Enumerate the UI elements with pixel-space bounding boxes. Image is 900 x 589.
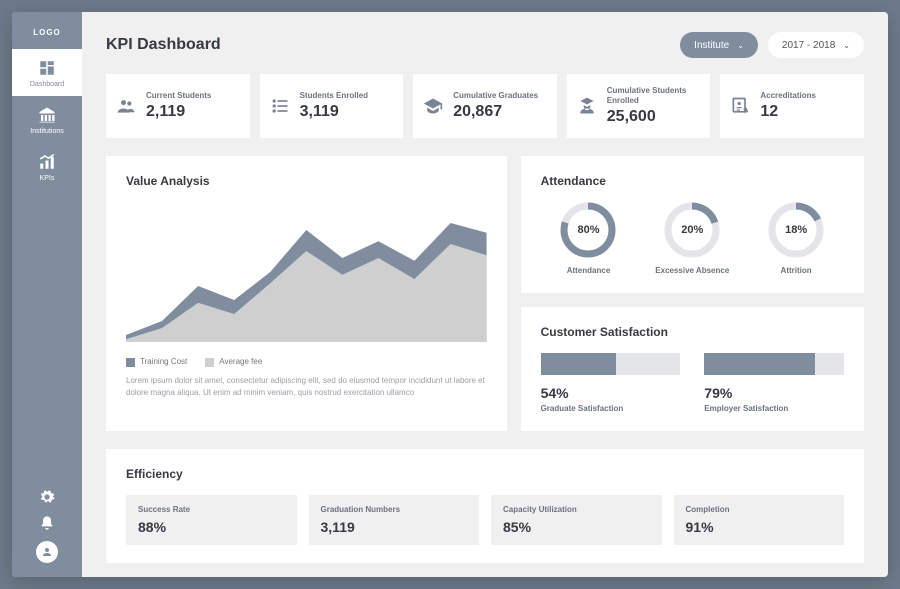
bar-value: 54% [541, 385, 681, 401]
gear-icon[interactable] [39, 489, 55, 505]
stat-label: Current Students [146, 91, 211, 101]
stat-label: Cumulative Students Enrolled [607, 86, 701, 105]
donut-chart: 20% [664, 202, 720, 258]
logo: LOGO [33, 28, 61, 37]
donut-item: 80% Attendance [541, 202, 637, 275]
eff-value: 88% [138, 519, 285, 535]
eff-label: Completion [686, 505, 833, 514]
bar-item: 79% Employer Satisfaction [704, 353, 844, 413]
stat-label: Cumulative Graduates [453, 91, 538, 101]
stat-value: 2,119 [146, 103, 211, 121]
stat-current-students: Current Students 2,119 [106, 74, 250, 138]
efficiency-card: Success Rate 88% [126, 495, 297, 545]
panel-title: Efficiency [126, 467, 844, 481]
donut-chart: 80% [560, 202, 616, 258]
donut-value: 20% [664, 202, 720, 258]
stats-row: Current Students 2,119 Students Enrolled… [106, 74, 864, 138]
nav-label: Institutions [30, 128, 63, 135]
students-icon [116, 96, 136, 116]
user-avatar[interactable] [36, 541, 58, 563]
bar-item: 54% Graduate Satisfaction [541, 353, 681, 413]
topbar: KPI Dashboard Institute ⌄ 2017 - 2018 ⌄ [106, 32, 864, 58]
eff-label: Graduation Numbers [321, 505, 468, 514]
nav-kpis[interactable]: KPIs [12, 143, 82, 190]
donut-item: 20% Excessive Absence [644, 202, 740, 275]
chart-icon [38, 153, 56, 171]
eff-value: 85% [503, 519, 650, 535]
stat-label: Accreditations [760, 91, 816, 101]
attendance-panel: Attendance 80% Attendance 20% Excessive … [521, 156, 864, 293]
panel-title: Customer Satisfaction [541, 325, 844, 339]
area-chart [126, 202, 487, 342]
donut-value: 18% [768, 202, 824, 258]
eff-value: 3,119 [321, 519, 468, 535]
graduate-person-icon [577, 96, 597, 116]
stat-value: 3,119 [300, 103, 368, 121]
top-controls: Institute ⌄ 2017 - 2018 ⌄ [680, 32, 864, 58]
bar-fill [704, 353, 814, 375]
graduation-icon [423, 96, 443, 116]
main-content: KPI Dashboard Institute ⌄ 2017 - 2018 ⌄ … [82, 12, 888, 577]
period-label: 2017 - 2018 [782, 40, 835, 51]
nav-label: Dashboard [30, 81, 64, 88]
bar-fill [541, 353, 616, 375]
chevron-down-icon: ⌄ [843, 41, 850, 50]
sidebar: LOGO Dashboard Institutions KPIs [12, 12, 82, 577]
nav-dashboard[interactable]: Dashboard [12, 49, 82, 96]
sidebar-bottom [36, 489, 58, 577]
app-frame: LOGO Dashboard Institutions KPIs [12, 12, 888, 577]
period-dropdown[interactable]: 2017 - 2018 ⌄ [768, 32, 864, 58]
stat-value: 20,867 [453, 103, 538, 121]
chevron-down-icon: ⌄ [737, 41, 744, 50]
donut-chart: 18% [768, 202, 824, 258]
stat-accreditations: Accreditations 12 [720, 74, 864, 138]
nav-label: KPIs [40, 175, 55, 182]
eff-value: 91% [686, 519, 833, 535]
legend-item-a: Training Cost [126, 357, 187, 366]
dashboard-icon [38, 59, 56, 77]
efficiency-card: Capacity Utilization 85% [491, 495, 662, 545]
chart-legend: Training Cost Average fee [126, 357, 487, 366]
stat-enrolled: Students Enrolled 3,119 [260, 74, 404, 138]
institute-dropdown[interactable]: Institute ⌄ [680, 32, 758, 58]
bar-value: 79% [704, 385, 844, 401]
bar-caption: Graduate Satisfaction [541, 404, 681, 413]
satisfaction-panel: Customer Satisfaction 54% Graduate Satis… [521, 307, 864, 431]
bell-icon[interactable] [39, 515, 55, 531]
right-column: Attendance 80% Attendance 20% Excessive … [521, 156, 864, 431]
donut-value: 80% [560, 202, 616, 258]
efficiency-card: Graduation Numbers 3,119 [309, 495, 480, 545]
panel-title: Value Analysis [126, 174, 487, 188]
bar-track [704, 353, 844, 375]
institution-icon [38, 106, 56, 124]
panel-title: Attendance [541, 174, 844, 188]
certificate-icon [730, 96, 750, 116]
donut-caption: Excessive Absence [644, 266, 740, 275]
bar-caption: Employer Satisfaction [704, 404, 844, 413]
stat-label: Students Enrolled [300, 91, 368, 101]
page-title: KPI Dashboard [106, 36, 221, 54]
stat-cumulative-enrolled: Cumulative Students Enrolled 25,600 [567, 74, 711, 138]
donut-caption: Attrition [748, 266, 844, 275]
efficiency-grid: Success Rate 88% Graduation Numbers 3,11… [126, 495, 844, 545]
efficiency-panel: Efficiency Success Rate 88% Graduation N… [106, 449, 864, 563]
donut-row: 80% Attendance 20% Excessive Absence 18%… [541, 202, 844, 275]
eff-label: Capacity Utilization [503, 505, 650, 514]
panel-description: Lorem ipsum dolor sit amet, consectetur … [126, 375, 487, 399]
value-analysis-panel: Value Analysis Training Cost Average fee… [106, 156, 507, 431]
middle-grid: Value Analysis Training Cost Average fee… [106, 156, 864, 431]
list-icon [270, 96, 290, 116]
stat-value: 12 [760, 103, 816, 121]
legend-item-b: Average fee [205, 357, 262, 366]
institute-label: Institute [694, 40, 729, 51]
eff-label: Success Rate [138, 505, 285, 514]
bar-track [541, 353, 681, 375]
bar-row: 54% Graduate Satisfaction 79% Employer S… [541, 353, 844, 413]
donut-caption: Attendance [541, 266, 637, 275]
nav-institutions[interactable]: Institutions [12, 96, 82, 143]
stat-value: 25,600 [607, 108, 701, 126]
efficiency-card: Completion 91% [674, 495, 845, 545]
donut-item: 18% Attrition [748, 202, 844, 275]
stat-graduates: Cumulative Graduates 20,867 [413, 74, 557, 138]
